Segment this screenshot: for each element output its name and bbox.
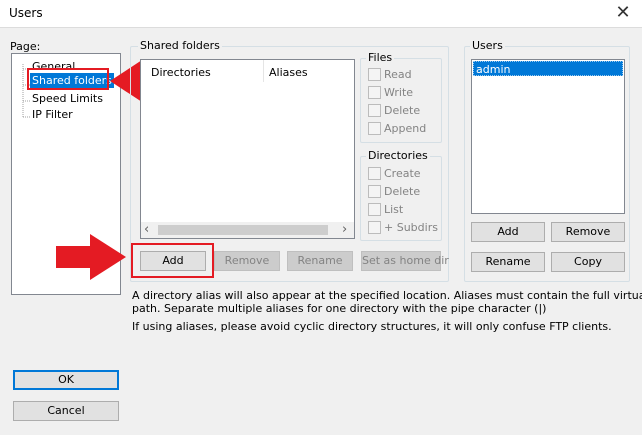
folders-list-header: Directories Aliases <box>141 60 354 84</box>
folders-list[interactable]: Directories Aliases ‹ › <box>140 59 355 239</box>
checkbox-list-label: List <box>384 203 404 216</box>
annotation-highlight-shared-folders <box>27 68 109 90</box>
checkbox-write[interactable] <box>368 86 381 99</box>
copy-user-button[interactable]: Copy <box>551 252 625 272</box>
ok-button[interactable]: OK <box>13 370 119 390</box>
files-group-label: Files <box>366 51 395 64</box>
info-text-line3: If using aliases, please avoid cyclic di… <box>132 320 612 333</box>
directories-group-label: Directories <box>366 149 430 162</box>
annotation-arrow-right-icon <box>56 234 126 280</box>
users-group-label: Users <box>470 39 505 52</box>
info-text-line2: path. Separate multiple aliases for one … <box>132 302 547 315</box>
shared-folders-group-label: Shared folders <box>138 39 222 52</box>
checkbox-append[interactable] <box>368 122 381 135</box>
checkbox-dir-delete[interactable] <box>368 185 381 198</box>
cancel-button[interactable]: Cancel <box>13 401 119 421</box>
column-header-directories[interactable]: Directories <box>151 66 211 79</box>
remove-user-button[interactable]: Remove <box>551 222 625 242</box>
scrollbar-thumb[interactable] <box>158 225 328 235</box>
checkbox-write-label: Write <box>384 86 414 99</box>
users-list[interactable]: admin <box>471 59 625 214</box>
set-home-dir-button[interactable]: Set as home dir <box>361 251 449 271</box>
checkbox-create[interactable] <box>368 167 381 180</box>
info-text-line1: A directory alias will also appear at th… <box>132 289 642 302</box>
checkbox-file-delete-label: Delete <box>384 104 421 117</box>
checkbox-read[interactable] <box>368 68 381 81</box>
rename-folder-button[interactable]: Rename <box>287 251 353 271</box>
checkbox-create-label: Create <box>384 167 421 180</box>
window-title: Users <box>9 6 43 20</box>
remove-folder-button[interactable]: Remove <box>214 251 280 271</box>
users-list-item[interactable]: admin <box>473 61 623 76</box>
scroll-left-icon[interactable]: ‹ <box>144 222 149 238</box>
checkbox-dir-delete-label: Delete <box>384 185 421 198</box>
checkbox-list[interactable] <box>368 203 381 216</box>
tree-item-ip-filter[interactable]: IP Filter <box>32 107 73 122</box>
rename-user-button[interactable]: Rename <box>471 252 545 272</box>
annotation-highlight-add <box>131 243 214 278</box>
checkbox-read-label: Read <box>384 68 412 81</box>
page-label: Page: <box>10 40 41 53</box>
close-icon[interactable]: ✕ <box>610 2 636 24</box>
column-header-aliases[interactable]: Aliases <box>269 66 308 79</box>
checkbox-append-label: Append <box>384 122 427 135</box>
tree-item-speed-limits[interactable]: Speed Limits <box>32 91 103 106</box>
checkbox-subdirs[interactable] <box>368 221 381 234</box>
column-divider <box>263 60 264 82</box>
checkbox-file-delete[interactable] <box>368 104 381 117</box>
scroll-right-icon[interactable]: › <box>342 222 347 238</box>
title-bar: Users ✕ <box>0 0 642 28</box>
checkbox-subdirs-label: + Subdirs <box>384 221 438 234</box>
add-user-button[interactable]: Add <box>471 222 545 242</box>
folders-list-scrollbar[interactable]: ‹ › <box>141 222 354 238</box>
